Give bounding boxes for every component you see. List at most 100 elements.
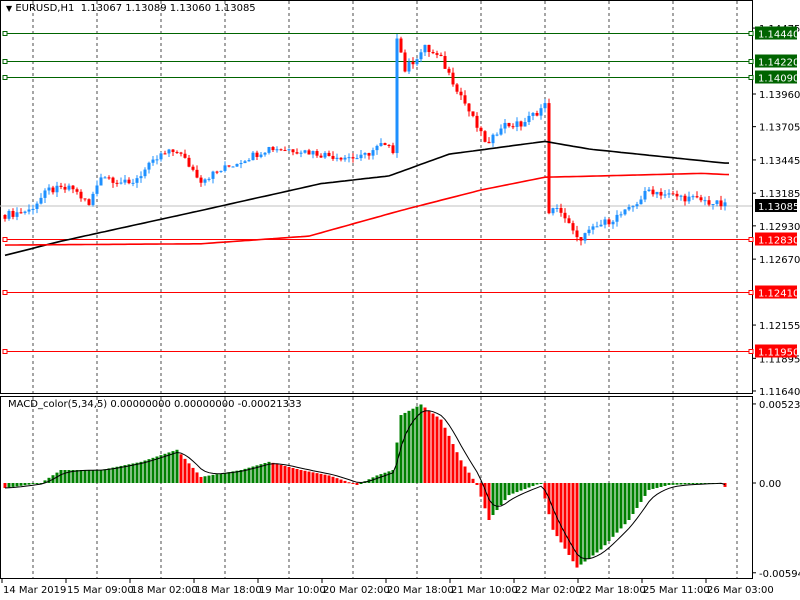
- price-tick-label: 1.12155: [759, 321, 800, 332]
- macd-bar: [91, 470, 95, 483]
- macd-bar: [631, 483, 635, 514]
- macd-bar: [235, 470, 239, 483]
- macd-bar: [307, 471, 311, 483]
- candle-body: [335, 157, 339, 159]
- chart-canvas[interactable]: 1.144751.139601.137051.134451.131851.129…: [0, 0, 800, 600]
- macd-bar: [319, 473, 323, 483]
- candle-body: [487, 141, 491, 144]
- candle-body: [411, 62, 415, 65]
- main-chart-frame: [0, 0, 753, 394]
- macd-bar: [223, 472, 227, 483]
- macd-bar: [215, 474, 219, 483]
- candle-body: [255, 152, 259, 157]
- candle-body: [415, 59, 419, 65]
- level-price-label: 1.12410: [758, 289, 799, 300]
- level-anchor: [2, 349, 8, 354]
- candle-body: [523, 122, 527, 127]
- candle-body: [239, 163, 243, 165]
- macd-bar: [587, 483, 591, 559]
- candle-body: [719, 200, 723, 207]
- macd-bar: [559, 483, 563, 543]
- candle-body: [351, 157, 355, 159]
- macd-bar: [175, 449, 179, 483]
- candle-body: [659, 191, 663, 196]
- level-anchor: [748, 59, 754, 64]
- macd-bar: [339, 479, 343, 483]
- macd-bar: [167, 452, 171, 483]
- candle-body: [691, 196, 695, 198]
- price-tick-label: 1.13185: [759, 189, 800, 200]
- macd-bar: [679, 483, 683, 485]
- candle-body: [391, 145, 395, 154]
- macd-bar: [447, 435, 451, 483]
- macd-bar: [311, 472, 315, 483]
- macd-bar: [135, 462, 139, 483]
- price-tick-label: 1.13445: [759, 156, 800, 167]
- candle-body: [287, 149, 291, 151]
- candle-body: [315, 151, 319, 156]
- macd-bar: [287, 466, 291, 483]
- macd-bar: [23, 483, 27, 486]
- candle-body: [671, 193, 675, 195]
- macd-bar: [475, 483, 479, 485]
- candle-body: [535, 113, 539, 116]
- candle-body: [395, 38, 399, 154]
- candle-body: [23, 211, 27, 213]
- macd-bar: [99, 470, 103, 483]
- level-price-label: 1.11950: [758, 348, 799, 359]
- candle-body: [103, 177, 107, 179]
- macd-bar: [283, 465, 287, 483]
- macd-bar: [683, 483, 687, 485]
- macd-bar: [147, 459, 151, 483]
- candle-body: [79, 191, 83, 199]
- candle-body: [639, 199, 643, 205]
- price-tick-label: 1.11640: [759, 387, 800, 398]
- candle-body: [451, 72, 455, 85]
- candle-body: [643, 190, 647, 200]
- macd-bar: [163, 453, 167, 483]
- candle-body: [599, 224, 603, 227]
- candle-body: [539, 108, 543, 116]
- macd-bar: [671, 483, 675, 485]
- macd-bar: [431, 413, 435, 483]
- macd-bar: [131, 463, 135, 483]
- triangle-down-icon[interactable]: ▼: [6, 4, 12, 13]
- macd-bar: [183, 458, 187, 483]
- candle-body: [175, 151, 179, 153]
- macd-bar: [315, 473, 319, 483]
- macd-bar: [643, 483, 647, 496]
- candle-body: [39, 197, 43, 204]
- candle-body: [67, 185, 71, 190]
- macd-bar: [327, 475, 331, 483]
- macd-bar: [515, 483, 519, 493]
- macd-bar: [187, 463, 191, 483]
- macd-bar: [627, 483, 631, 520]
- macd-bar: [427, 410, 431, 483]
- macd-bar: [383, 472, 387, 483]
- macd-bar: [19, 483, 23, 486]
- level-anchor: [2, 31, 8, 36]
- candle-body: [71, 185, 75, 190]
- macd-bar: [151, 457, 155, 483]
- candle-body: [507, 122, 511, 127]
- macd-bar: [403, 412, 407, 483]
- candle-body: [463, 95, 467, 104]
- candle-body: [367, 153, 371, 156]
- macd-bar: [675, 483, 679, 485]
- candle-body: [663, 194, 667, 196]
- candle-body: [179, 152, 183, 154]
- candle-body: [387, 144, 391, 146]
- candle-body: [163, 153, 167, 155]
- macd-bar: [455, 452, 459, 483]
- macd-bar: [79, 470, 83, 483]
- level-price-label: 1.12830: [758, 236, 799, 247]
- candle-body: [471, 111, 475, 116]
- macd-bar: [539, 483, 543, 484]
- level-anchor: [2, 59, 8, 64]
- candle-body: [263, 152, 267, 155]
- candle-body: [171, 149, 175, 152]
- macd-bar: [591, 483, 595, 556]
- candle-body: [107, 177, 111, 179]
- macd-bar: [159, 455, 163, 483]
- candle-body: [271, 147, 275, 151]
